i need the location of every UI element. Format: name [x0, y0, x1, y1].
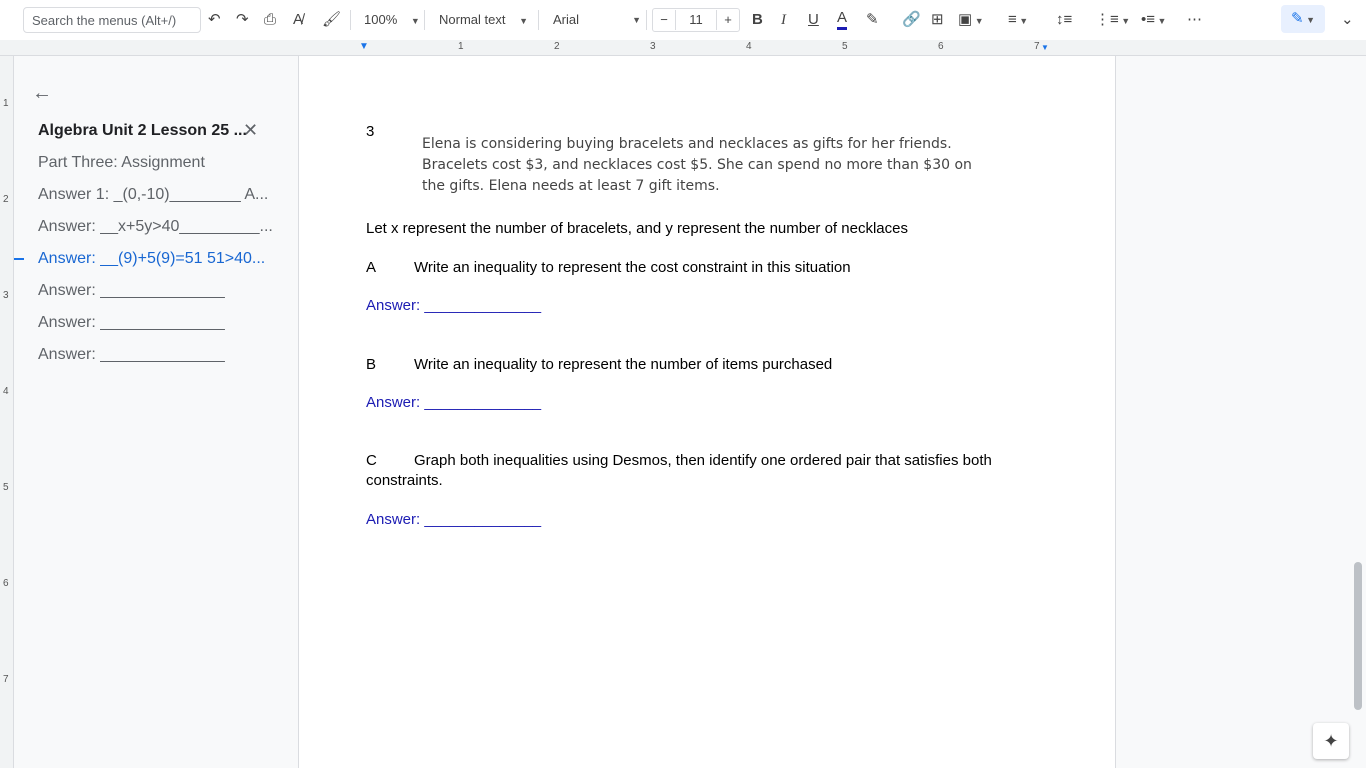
ruler-label: 1	[3, 98, 9, 109]
font-size-value[interactable]: 11	[675, 10, 717, 30]
divider	[424, 10, 425, 30]
ruler-label: 1	[458, 41, 464, 52]
divider	[538, 10, 539, 30]
image-icon[interactable]: ▣ ▼	[958, 10, 984, 30]
vertical-ruler: 1 2 3 4 5 6 7	[0, 56, 14, 768]
answer-c[interactable]: Answer: ______________	[366, 511, 541, 528]
divider	[646, 10, 647, 30]
search-menus-input[interactable]: Search the menus (Alt+/)	[23, 7, 201, 33]
part-c-text-cont: constraints.	[366, 472, 443, 489]
print-icon[interactable]: ⎙	[264, 10, 276, 30]
scrollbar[interactable]	[1354, 562, 1362, 710]
ruler-label: 3	[3, 290, 9, 301]
style-select[interactable]: Normal text ▼	[439, 10, 528, 30]
numbered-list-icon[interactable]: ⋮≡ ▼	[1095, 10, 1130, 30]
ruler-label: 2	[3, 194, 9, 205]
outline-item[interactable]: Answer: __x+5y>40_________...	[38, 218, 273, 236]
indent-marker-icon[interactable]: ▼	[359, 41, 369, 52]
zoom-select[interactable]: 100% ▼	[364, 10, 420, 30]
ruler-label: 2	[554, 41, 560, 52]
undo-icon[interactable]: ↶	[208, 10, 221, 30]
font-size-stepper[interactable]: − 11 +	[652, 8, 740, 32]
question-number: 3	[366, 123, 375, 140]
part-b-label: B	[366, 356, 377, 373]
document-page[interactable]: 3 Elena is considering buying bracelets …	[298, 56, 1116, 768]
document-outline: ← Algebra Unit 2 Lesson 25 ... ✕ Part Th…	[14, 56, 298, 768]
editing-mode-icon[interactable]: ✎ ▼	[1281, 5, 1325, 33]
part-c-text: Graph both inequalities using Desmos, th…	[414, 452, 992, 469]
ruler-label: 5	[3, 482, 9, 493]
part-b-text: Write an inequality to represent the num…	[414, 356, 833, 373]
underline-icon[interactable]: U	[808, 10, 819, 30]
font-value: Arial	[553, 12, 580, 27]
more-icon[interactable]: ⋯	[1187, 10, 1202, 30]
ruler-label: 6	[3, 578, 9, 589]
ruler-label: 6	[938, 41, 944, 52]
outline-item[interactable]: Answer: ______________	[38, 346, 225, 364]
outline-item-active[interactable]: Answer: __(9)+5(9)=51 51>40...	[38, 250, 265, 268]
close-icon[interactable]: ✕	[243, 120, 258, 141]
part-a-text: Write an inequality to represent the cos…	[414, 259, 851, 276]
outline-item[interactable]: Answer: ______________	[38, 282, 225, 300]
link-icon[interactable]: 🔗	[902, 10, 921, 30]
redo-icon[interactable]: ↷	[236, 10, 249, 30]
italic-icon[interactable]: I	[781, 10, 786, 30]
part-c-label: C	[366, 452, 377, 469]
zoom-value: 100%	[364, 12, 398, 27]
paint-format-icon[interactable]: 🖌	[322, 10, 341, 30]
increase-font-icon[interactable]: +	[717, 10, 739, 30]
outline-item[interactable]: Part Three: Assignment	[38, 154, 205, 172]
decrease-font-icon[interactable]: −	[653, 10, 675, 30]
back-arrow-icon[interactable]: ←	[32, 82, 52, 105]
ruler-label: 3	[650, 41, 656, 52]
text-color-icon[interactable]: A	[837, 10, 848, 30]
toolbar: Search the menus (Alt+/) ↶ ↷ ⎙ A̸ 🖌 100%…	[0, 0, 1366, 40]
line-spacing-icon[interactable]: ↕≡	[1056, 10, 1072, 30]
font-select[interactable]: Arial ▼	[553, 10, 643, 30]
ruler-label: 4	[3, 386, 9, 397]
answer-a[interactable]: Answer: ______________	[366, 297, 541, 314]
active-indicator	[14, 258, 24, 260]
answer-b[interactable]: Answer: ______________	[366, 394, 541, 411]
outline-item[interactable]: Answer 1: _(0,-10)________ A...	[38, 186, 268, 204]
ruler-label: 5	[842, 41, 848, 52]
ruler-label: 4	[746, 41, 752, 52]
outline-item[interactable]: Answer: ______________	[38, 314, 225, 332]
comment-icon[interactable]: ⊞	[931, 10, 944, 30]
intro-text: Let x represent the number of bracelets,…	[366, 220, 908, 237]
bulleted-list-icon[interactable]: •≡ ▼	[1141, 10, 1166, 30]
problem-image: Elena is considering buying bracelets an…	[422, 136, 972, 194]
spellcheck-icon[interactable]: A̸	[293, 10, 303, 30]
divider	[350, 10, 351, 30]
explore-icon[interactable]: ✦	[1313, 723, 1349, 759]
ruler-label: 7	[3, 674, 9, 685]
highlight-icon[interactable]: ✎	[866, 10, 879, 30]
align-icon[interactable]: ≡ ▼	[1008, 10, 1028, 30]
style-value: Normal text	[439, 12, 506, 27]
ruler-label: 7	[1034, 41, 1040, 52]
collapse-icon[interactable]: ⌄	[1341, 10, 1354, 30]
outline-title: Algebra Unit 2 Lesson 25 ...	[38, 122, 247, 139]
part-a-label: A	[366, 259, 377, 276]
horizontal-ruler[interactable]: ▼ 1 2 3 4 5 6 7 ▼	[0, 40, 1366, 56]
right-indent-marker-icon[interactable]: ▼	[1041, 43, 1049, 52]
bold-icon[interactable]: B	[752, 10, 763, 30]
